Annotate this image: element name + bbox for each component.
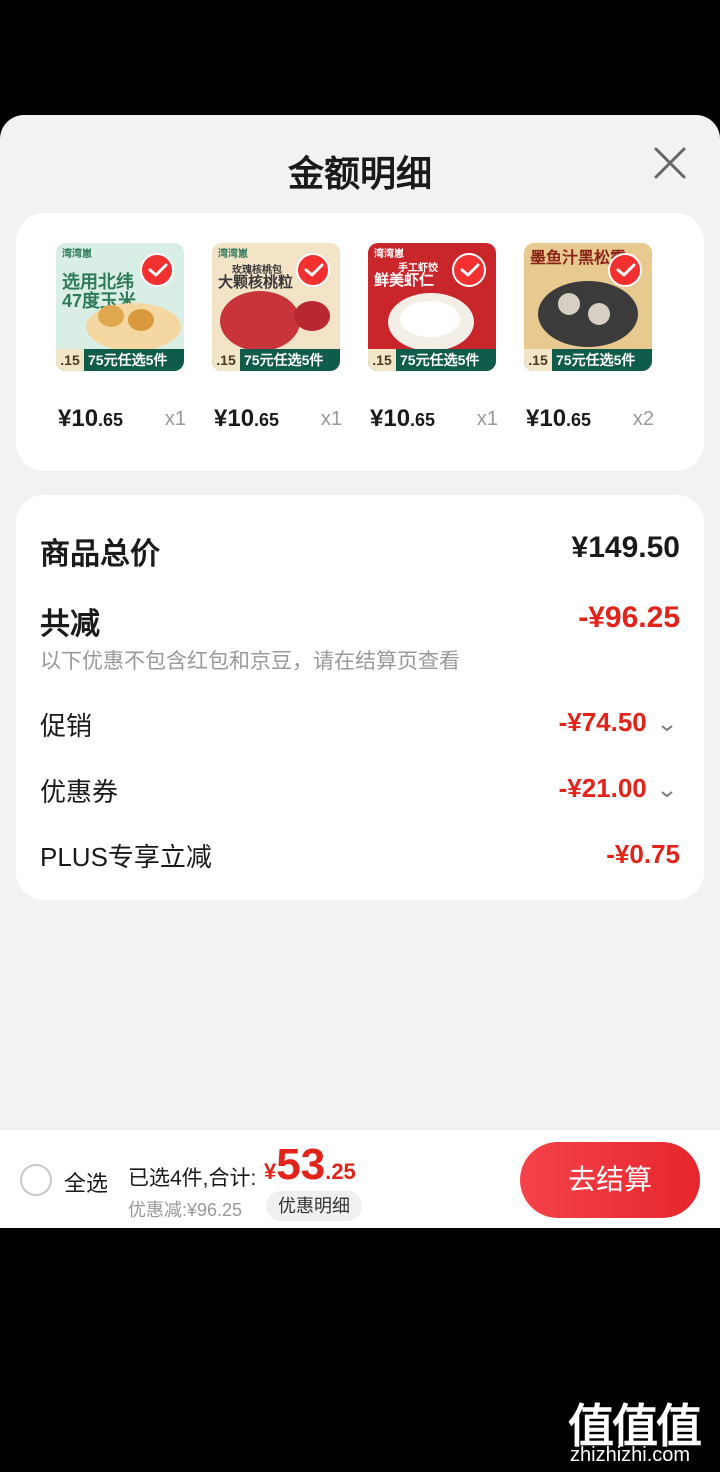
price-row: ¥10.65 x2 <box>524 405 654 435</box>
reduce-value: -¥96.25 <box>578 601 680 634</box>
badge-text: 75元任选5件 <box>556 352 636 368</box>
check-icon[interactable] <box>452 253 486 287</box>
food-item <box>588 303 610 325</box>
checkout-button[interactable]: 去结算 <box>520 1142 700 1218</box>
close-icon[interactable] <box>650 143 690 183</box>
promo-badge: .15 75元任选5件 <box>212 349 340 371</box>
discount-detail-button[interactable]: 优惠明细 <box>266 1191 362 1221</box>
product-quantity: x1 <box>476 408 498 430</box>
check-icon[interactable] <box>140 253 174 287</box>
product-price: ¥10.65 <box>370 405 436 432</box>
badge-number: .15 <box>212 349 240 371</box>
discount-amount-text: 优惠减:¥96.25 <box>128 1200 243 1220</box>
total-price-label: 商品总价 <box>40 538 160 571</box>
badge-number: .15 <box>368 349 396 371</box>
product-quantity: x2 <box>632 408 654 430</box>
chevron-down-icon <box>660 775 674 806</box>
product-item[interactable]: 湾湾崽 手工虾饺 鲜美虾仁 .15 75元任选5件 ¥10.65 x1 <box>368 243 498 432</box>
selected-count-text: 已选4件,合计: <box>128 1167 257 1190</box>
check-icon[interactable] <box>608 253 642 287</box>
discount-note: 以下优惠不包含红包和京豆，请在结算页查看 <box>40 650 460 673</box>
product-image: 湾湾崽 手工虾饺 鲜美虾仁 .15 75元任选5件 <box>368 243 496 371</box>
product-item[interactable]: 湾湾崽 选用北纬 47度玉米 .15 75元任选5件 ¥10.65 x1 <box>56 243 186 432</box>
coupon-row[interactable]: -¥21.00 <box>559 773 674 806</box>
badge-text: 75元任选5件 <box>400 352 480 368</box>
product-tag: 鲜美虾仁 <box>374 272 435 289</box>
price-summary-card: 商品总价 ¥149.50 共减 -¥96.25 以下优惠不包含红包和京豆，请在结… <box>16 495 704 900</box>
product-image: 湾湾崽 选用北纬 47度玉米 .15 75元任选5件 <box>56 243 184 371</box>
plus-discount-label: PLUS专享立减 <box>40 842 212 872</box>
amount-detail-sheet: 金额明细 湾湾崽 选用北纬 47度玉米 .15 75元任选5件 ¥10.65 x… <box>0 115 720 1228</box>
sheet-title: 金额明细 <box>287 153 432 194</box>
promotion-value: -¥74.50 <box>558 707 647 737</box>
price-row: ¥10.65 x1 <box>56 405 186 435</box>
promo-badge: .15 75元任选5件 <box>524 349 652 371</box>
plus-discount-value: -¥0.75 <box>606 839 680 869</box>
promotion-label: 促销 <box>40 711 93 741</box>
checkout-bar: 全选 已选4件,合计: ¥53.25 优惠减:¥96.25 优惠明细 去结算 <box>0 1130 720 1228</box>
product-brand: 湾湾崽 <box>218 249 248 260</box>
product-price: ¥10.65 <box>214 405 280 432</box>
coupon-value: -¥21.00 <box>558 773 647 803</box>
chevron-down-icon <box>660 709 674 740</box>
select-all-label[interactable]: 全选 <box>64 1166 108 1198</box>
product-price: ¥10.65 <box>58 405 124 432</box>
product-brand: 湾湾崽 <box>62 249 92 260</box>
product-tag: 大颗核桃粒 <box>218 274 294 291</box>
coupon-label: 优惠券 <box>40 777 119 807</box>
promo-badge: .15 75元任选5件 <box>56 349 184 371</box>
badge-text: 75元任选5件 <box>88 352 168 368</box>
price-row: ¥10.65 x1 <box>212 405 342 435</box>
product-quantity: x1 <box>164 408 186 430</box>
product-item[interactable]: 湾湾崽 玫瑰核桃包 大颗核桃粒 .15 75元任选5件 ¥10.65 x1 <box>212 243 342 432</box>
badge-number: .15 <box>524 349 552 371</box>
badge-number: .15 <box>56 349 84 371</box>
food-item <box>558 293 580 315</box>
food-item <box>220 291 300 351</box>
product-quantity: x1 <box>320 408 342 430</box>
product-brand: 湾湾崽 <box>374 249 404 260</box>
food-item <box>128 309 154 331</box>
price-row: ¥10.65 x1 <box>368 405 498 435</box>
promotion-row[interactable]: -¥74.50 <box>559 707 674 740</box>
food-item <box>294 301 330 331</box>
reduce-label: 共减 <box>40 608 100 641</box>
food-item <box>98 305 124 327</box>
watermark: 值值值 zhizhizhi.com <box>568 1390 713 1470</box>
product-image: 湾湾崽 玫瑰核桃包 大颗核桃粒 .15 75元任选5件 <box>212 243 340 371</box>
check-icon[interactable] <box>296 253 330 287</box>
badge-text: 75元任选5件 <box>244 352 324 368</box>
food-item <box>400 301 460 337</box>
watermark-url: zhizhizhi.com <box>570 1444 691 1466</box>
product-image: 墨鱼汁黑松露 .15 75元任选5件 <box>524 243 652 371</box>
promo-badge: .15 75元任选5件 <box>368 349 496 371</box>
select-all-radio[interactable] <box>20 1164 52 1196</box>
product-price: ¥10.65 <box>526 405 592 432</box>
total-price-value: ¥149.50 <box>571 531 680 564</box>
products-card: 湾湾崽 选用北纬 47度玉米 .15 75元任选5件 ¥10.65 x1 湾湾崽… <box>16 213 704 471</box>
total-amount: ¥53.25 <box>264 1140 356 1189</box>
product-item[interactable]: 墨鱼汁黑松露 .15 75元任选5件 ¥10.65 x2 <box>524 243 654 432</box>
